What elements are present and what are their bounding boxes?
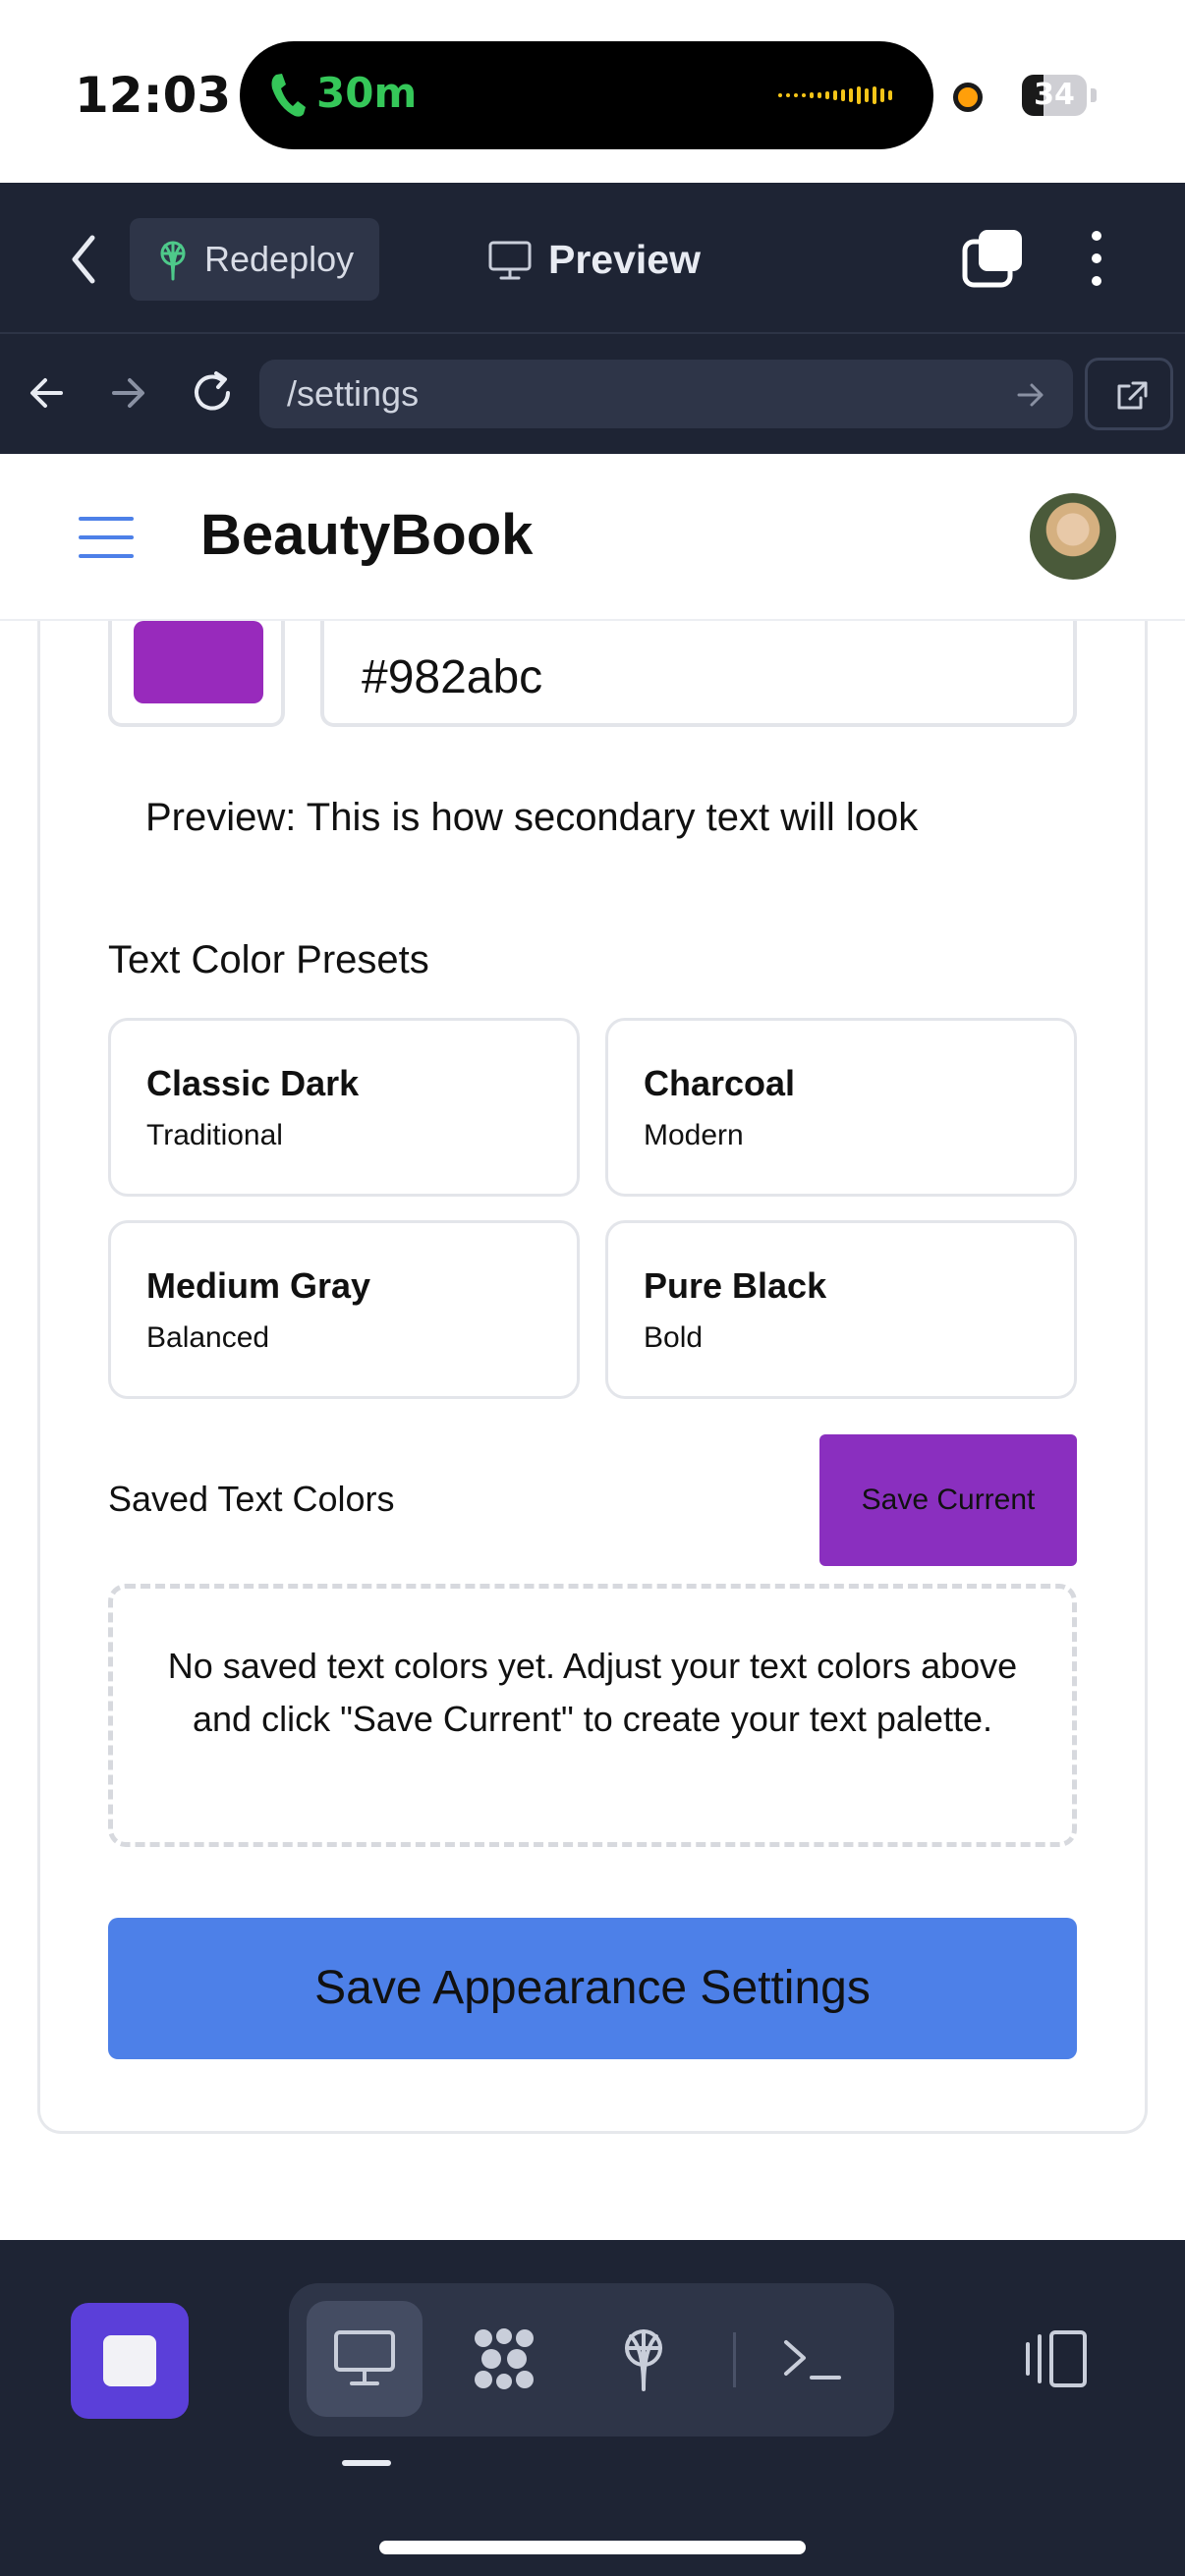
status-bar: 12:03 30m 34: [0, 0, 1185, 183]
tool-apps-button[interactable]: [446, 2301, 562, 2417]
arrow-right-icon[interactable]: [106, 371, 149, 415]
battery-level: 34: [1034, 78, 1075, 112]
preset-charcoal[interactable]: Charcoal Modern: [605, 1018, 1077, 1197]
preset-desc: Balanced: [146, 1321, 270, 1354]
call-duration: 30m: [316, 69, 418, 117]
preset-name: Pure Black: [644, 1265, 827, 1306]
tool-preview-button[interactable]: [307, 2301, 423, 2417]
status-time: 12:03: [75, 67, 232, 124]
presets-heading: Text Color Presets: [108, 938, 429, 981]
tool-terminal-button[interactable]: [755, 2301, 871, 2417]
monitor-icon: [334, 2330, 395, 2385]
preset-medium-gray[interactable]: Medium Gray Balanced: [108, 1220, 580, 1399]
avatar[interactable]: [1030, 493, 1116, 580]
stop-button[interactable]: [71, 2303, 189, 2419]
empty-state-message: No saved text colors yet. Adjust your te…: [167, 1646, 1018, 1739]
waveform-icon: [778, 86, 892, 104]
saved-colors-empty-state: No saved text colors yet. Adjust your te…: [108, 1584, 1077, 1847]
tool-group: [289, 2283, 894, 2436]
redeploy-label: Redeploy: [204, 239, 355, 279]
url-bar: /settings: [0, 334, 1185, 454]
battery-cap: [1091, 88, 1097, 102]
preset-desc: Traditional: [146, 1119, 283, 1151]
tabs-icon[interactable]: [961, 228, 1024, 289]
brand-title[interactable]: BeautyBook: [200, 501, 533, 570]
preset-classic-dark[interactable]: Classic Dark Traditional: [108, 1018, 580, 1197]
site-header: BeautyBook: [0, 454, 1185, 621]
preset-desc: Bold: [644, 1321, 704, 1354]
saved-colors-heading: Saved Text Colors: [108, 1479, 395, 1519]
reload-icon[interactable]: [189, 369, 236, 417]
preview-tab[interactable]: Preview: [481, 218, 737, 301]
preset-name: Classic Dark: [146, 1063, 360, 1103]
bottom-toolbar: [0, 2240, 1185, 2576]
url-text: /settings: [287, 373, 420, 414]
save-appearance-button[interactable]: Save Appearance Settings: [108, 1918, 1077, 2059]
stop-icon: [103, 2335, 156, 2386]
monitor-icon: [488, 241, 532, 280]
open-external-button[interactable]: [1085, 358, 1173, 430]
app-bar: Redeploy Preview: [0, 183, 1185, 334]
redeploy-button[interactable]: Redeploy: [130, 218, 379, 301]
arrow-left-icon[interactable]: [26, 371, 69, 415]
preset-desc: Modern: [644, 1119, 744, 1151]
recording-dot: [953, 83, 983, 112]
active-tab-indicator: [342, 2460, 391, 2466]
tool-divider: [733, 2332, 736, 2387]
chevron-left-icon[interactable]: [61, 230, 108, 289]
save-current-button[interactable]: Save Current: [819, 1434, 1077, 1566]
tool-deploy-button[interactable]: [586, 2301, 702, 2417]
battery-icon: 34: [1022, 75, 1087, 116]
preview-label: Preview: [548, 237, 701, 282]
preview-text: Preview: This is how secondary text will…: [145, 796, 919, 839]
home-indicator[interactable]: [379, 2541, 806, 2554]
panel-icon[interactable]: [1018, 2328, 1089, 2389]
color-swatch: [134, 621, 263, 703]
apps-icon: [475, 2328, 534, 2389]
kebab-icon[interactable]: [1081, 228, 1112, 289]
preset-name: Charcoal: [644, 1063, 796, 1103]
antenna-icon: [160, 241, 186, 281]
preset-name: Medium Gray: [146, 1265, 371, 1306]
url-input[interactable]: /settings: [259, 360, 1073, 428]
antenna-icon: [625, 2329, 662, 2391]
preset-pure-black[interactable]: Pure Black Bold: [605, 1220, 1077, 1399]
phone-icon: [271, 74, 306, 117]
arrow-right-icon[interactable]: [1016, 381, 1045, 409]
external-link-icon: [1117, 381, 1148, 410]
terminal-icon: [784, 2340, 841, 2380]
hamburger-icon[interactable]: [79, 515, 134, 560]
